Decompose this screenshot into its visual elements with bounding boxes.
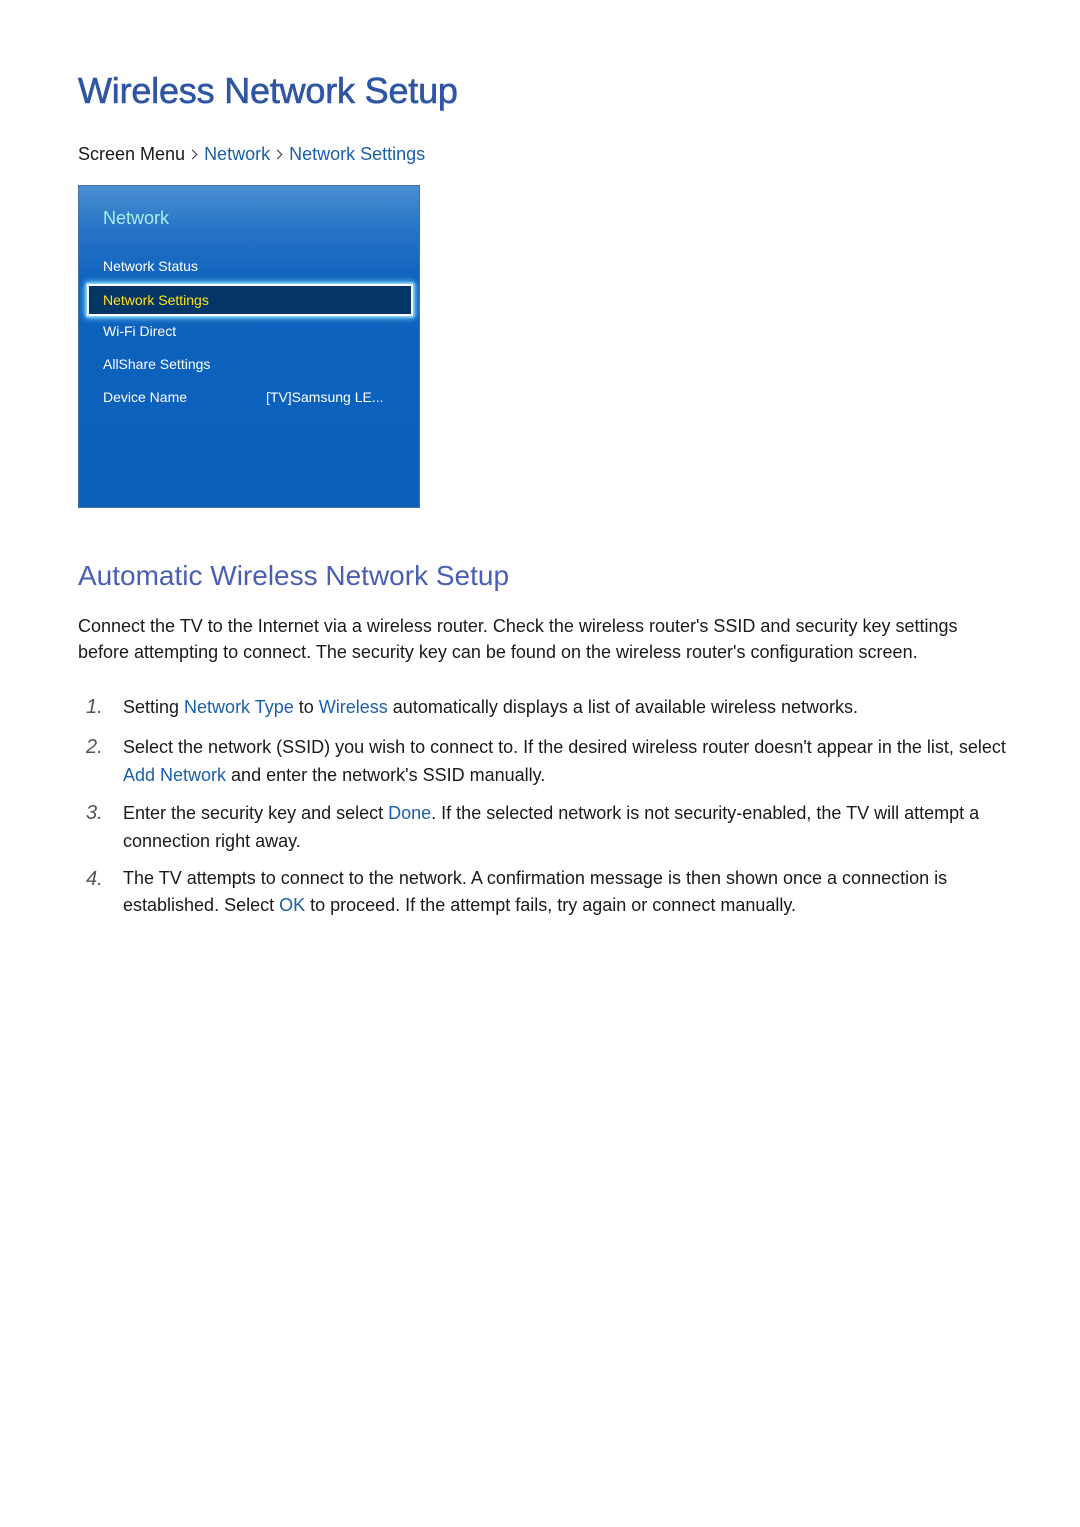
page-title: Wireless Network Setup — [78, 70, 459, 112]
text: to — [293, 697, 319, 717]
tv-menu-title: Network — [103, 208, 170, 228]
text: and enter the network's SSID manually. — [226, 765, 546, 785]
step-number: 1. — [86, 696, 103, 718]
step-3: 3. Enter the security key and select Don… — [78, 799, 1018, 855]
step-text: The TV attempts to connect to the networ… — [123, 865, 1018, 919]
step-1: 1. Setting Network Type to Wireless auto… — [78, 693, 1018, 721]
tv-menu-item-allshare-settings: AllShare Settings — [103, 356, 211, 372]
step-text: Enter the security key and select Done. … — [123, 799, 1018, 855]
breadcrumb: Screen Menu Network Network Settings — [78, 144, 425, 165]
keyword-done: Done — [388, 803, 432, 823]
tv-menu-item-wifi-direct: Wi-Fi Direct — [103, 323, 177, 339]
step-text: Setting Network Type to Wireless automat… — [123, 693, 1018, 721]
step-number: 4. — [86, 868, 103, 890]
tv-menu-item-label: Network Settings — [103, 292, 209, 308]
tv-network-menu-screenshot: Network Network Status Network Settings … — [78, 185, 420, 508]
chevron-right-icon — [187, 149, 198, 160]
tv-menu-item-device-name: Device Name — [103, 389, 188, 405]
keyword-ok: OK — [279, 895, 306, 915]
tv-menu-item-network-status: Network Status — [103, 258, 198, 274]
intro-paragraph: Connect the TV to the Internet via a wir… — [78, 616, 958, 662]
text: Select the network (SSID) you wish to co… — [123, 737, 1006, 757]
text: Setting — [123, 697, 185, 717]
step-text: Select the network (SSID) you wish to co… — [123, 733, 1018, 789]
text: to proceed. If the attempt fails, try ag… — [305, 895, 797, 915]
tv-menu-item-network-settings-selected: Network Settings — [87, 284, 413, 316]
tv-menu-device-name-value: [TV]Samsung LE... — [266, 389, 384, 405]
keyword-wireless: Wireless — [318, 697, 388, 717]
keyword-network-type: Network Type — [184, 697, 294, 717]
breadcrumb-network[interactable]: Network — [204, 144, 270, 164]
breadcrumb-root: Screen Menu — [78, 144, 186, 164]
chevron-right-icon — [272, 149, 283, 160]
text: automatically displays a list of availab… — [387, 697, 858, 717]
step-4: 4. The TV attempts to connect to the net… — [78, 865, 1018, 919]
step-number: 2. — [86, 736, 103, 758]
breadcrumb-network-settings[interactable]: Network Settings — [289, 144, 425, 164]
step-2: 2. Select the network (SSID) you wish to… — [78, 733, 1018, 789]
keyword-add-network: Add Network — [123, 765, 227, 785]
text: Enter the security key and select — [123, 803, 389, 823]
step-number: 3. — [86, 802, 103, 824]
section-heading: Automatic Wireless Network Setup — [78, 560, 510, 591]
